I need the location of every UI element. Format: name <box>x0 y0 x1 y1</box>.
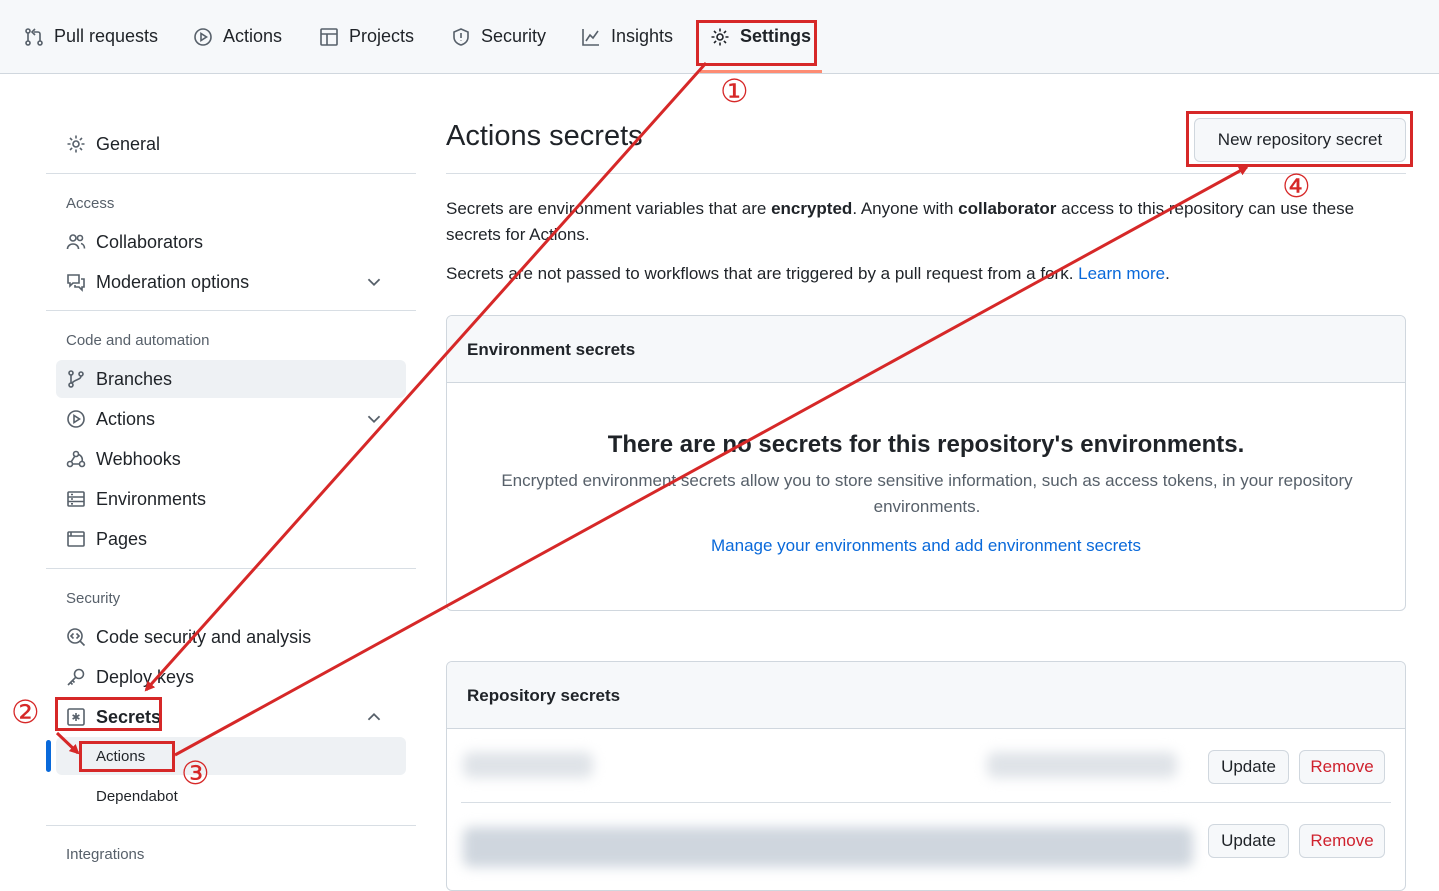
codescan-icon <box>67 628 86 647</box>
sidebar-section-code-automation: Code and automation <box>66 332 210 349</box>
sidebar-section-security: Security <box>66 590 121 607</box>
learn-more-link[interactable]: Learn more <box>1078 264 1165 283</box>
box-header: Environment secrets <box>447 316 1405 383</box>
fork-note-paragraph: Secrets are not passed to workflows that… <box>446 261 1396 287</box>
git-pull-request-icon <box>25 27 43 46</box>
redacted-secret-row <box>463 827 1193 867</box>
tab-insights[interactable]: Insights <box>581 0 673 73</box>
people-icon <box>66 234 86 250</box>
fork-note-text: . <box>1165 264 1170 283</box>
redacted-secret-date <box>987 752 1177 778</box>
sidebar-item-label: Webhooks <box>96 448 181 469</box>
annotation-step-4: ④ <box>1282 168 1311 204</box>
empty-state-title: There are no secrets for this repository… <box>607 431 1245 458</box>
row-divider <box>461 802 1391 803</box>
page-title: Actions secrets <box>446 120 643 152</box>
sidebar-item-webhooks[interactable]: Webhooks <box>56 440 406 478</box>
sidebar-item-collaborators[interactable]: Collaborators <box>56 223 406 261</box>
sidebar-item-label: Collaborators <box>96 231 204 252</box>
sidebar-section-access: Access <box>66 195 115 212</box>
sidebar-item-branches[interactable]: Branches <box>56 360 406 398</box>
title-divider <box>446 173 1406 174</box>
sidebar-item-deploy-keys[interactable]: Deploy keys <box>56 658 406 696</box>
tab-pull-requests[interactable]: Pull requests <box>24 0 158 73</box>
play-circle-icon <box>67 410 85 428</box>
annotation-box-settings <box>696 20 817 66</box>
sidebar-divider <box>46 568 416 569</box>
fork-note-text: Secrets are not passed to workflows that… <box>446 264 1079 283</box>
sidebar-item-label: General <box>96 133 161 154</box>
intro-paragraph: Secrets are environment variables that a… <box>446 196 1396 248</box>
tab-label: Projects <box>349 26 415 46</box>
sidebar-item-code-security[interactable]: Code security and analysis <box>56 618 406 656</box>
sidebar-item-label: Code security and analysis <box>96 626 312 647</box>
sidebar-item-label: Pages <box>96 528 148 549</box>
sidebar-item-general[interactable]: General <box>56 125 406 163</box>
tab-label: Insights <box>611 26 674 46</box>
shield-icon <box>453 27 469 46</box>
server-icon <box>67 491 85 507</box>
sidebar-divider <box>46 310 416 311</box>
chevron-down-icon <box>367 278 381 287</box>
intro-emphasis: collaborator <box>958 199 1057 218</box>
sidebar-item-label: Moderation options <box>96 271 250 292</box>
sidebar-item-label: Deploy keys <box>96 666 195 687</box>
gear-icon <box>67 135 85 153</box>
sidebar-item-label: Branches <box>96 368 173 389</box>
sidebar-section-integrations: Integrations <box>66 846 145 863</box>
chevron-down-icon <box>367 415 381 424</box>
sidebar-subitem-label: Dependabot <box>96 787 178 805</box>
active-item-indicator <box>46 740 51 772</box>
annotation-step-1: ① <box>720 73 749 109</box>
remove-secret-button[interactable]: Remove <box>1299 824 1385 858</box>
tab-label: Pull requests <box>54 26 159 46</box>
manage-environments-link[interactable]: Manage your environments and add environ… <box>447 536 1405 556</box>
sidebar-item-moderation[interactable]: Moderation options <box>56 263 406 301</box>
sidebar-item-pages[interactable]: Pages <box>56 520 406 558</box>
environment-secrets-header: Environment secrets <box>467 340 636 359</box>
tab-projects[interactable]: Projects <box>319 0 414 73</box>
annotation-step-2: ② <box>11 694 40 730</box>
chevron-up-icon <box>367 712 381 721</box>
empty-state-description: Encrypted environment secrets allow you … <box>501 471 1353 516</box>
sidebar-subitem-secrets-dependabot[interactable]: Dependabot <box>56 777 406 815</box>
graph-icon <box>582 28 599 46</box>
sidebar-item-label: Actions <box>96 408 156 429</box>
tab-security[interactable]: Security <box>451 0 546 73</box>
annotation-box-new-secret <box>1186 111 1413 167</box>
play-circle-icon <box>194 27 212 46</box>
intro-text: Secrets are environment variables that a… <box>446 199 772 218</box>
tab-actions[interactable]: Actions <box>193 0 282 73</box>
update-secret-button[interactable]: Update <box>1208 750 1289 784</box>
sidebar-item-label: Environments <box>96 488 207 509</box>
redacted-secret-name <box>463 752 593 778</box>
webhook-icon <box>66 450 86 468</box>
repository-secrets-header: Repository secrets <box>467 686 621 705</box>
git-branch-icon <box>68 370 84 388</box>
browser-icon <box>67 531 85 547</box>
remove-secret-button[interactable]: Remove <box>1299 750 1385 784</box>
sidebar-divider <box>46 173 416 174</box>
comment-discussion-icon <box>67 274 85 292</box>
sidebar-item-actions[interactable]: Actions <box>56 400 406 438</box>
tab-label: Security <box>481 26 547 46</box>
environment-secrets-box: Environment secrets There are no secrets… <box>446 315 1406 611</box>
tab-label: Actions <box>223 26 283 46</box>
update-secret-button[interactable]: Update <box>1208 824 1289 858</box>
sidebar-item-environments[interactable]: Environments <box>56 480 406 518</box>
annotation-box-secrets <box>55 697 162 731</box>
key-icon <box>67 668 85 686</box>
intro-emphasis: encrypted <box>771 199 853 218</box>
annotation-box-actions <box>79 741 175 772</box>
intro-text: . Anyone with <box>852 199 959 218</box>
table-icon <box>320 27 338 46</box>
box-header: Repository secrets <box>447 662 1405 729</box>
annotation-step-3: ③ <box>181 755 210 791</box>
sidebar-divider <box>46 825 416 826</box>
active-tab-underline <box>700 70 822 73</box>
